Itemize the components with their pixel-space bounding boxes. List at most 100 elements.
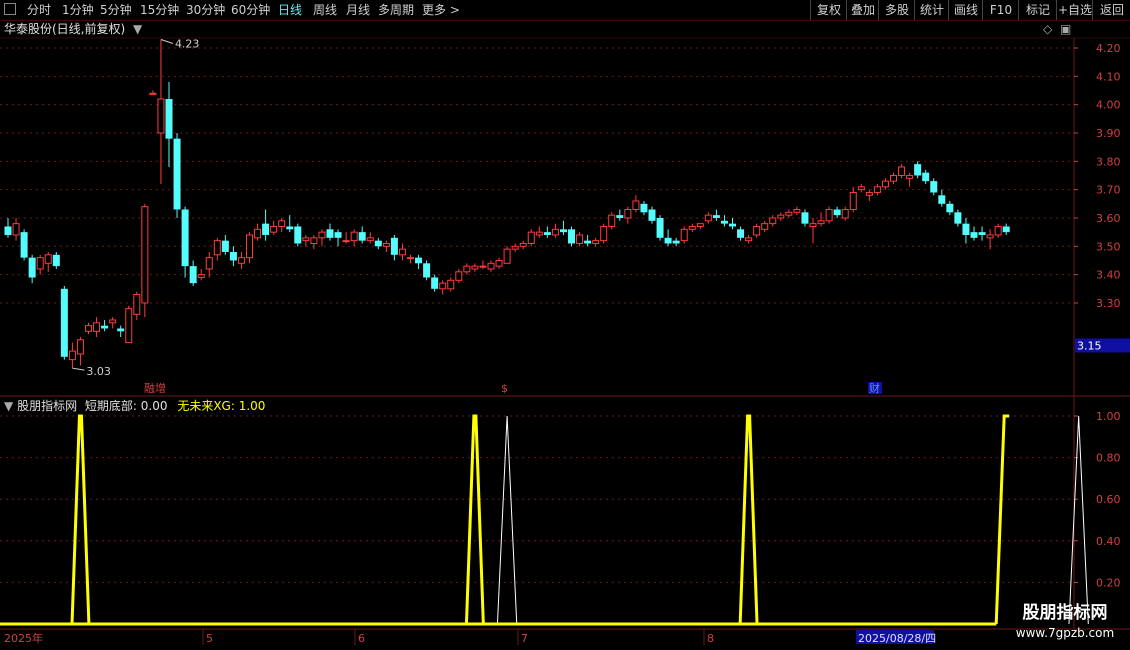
price-tick-label-1: 4.10 [1096,70,1121,83]
short-bottom-line [4,414,997,626]
candle-body-117 [946,203,954,213]
candle-body-11 [93,322,101,332]
period-tab-0[interactable]: 分时 [27,2,51,18]
indicator-title: ▼ 股朋指标网 短期底部: 0.00 无未来XG: 1.00 [4,399,265,413]
period-tab-4[interactable]: 30分钟 [186,2,225,18]
candle-body-62 [503,248,511,264]
candle-body-68 [551,228,559,236]
candle-body-29 [237,257,245,264]
candle-body-72 [584,240,592,244]
candle-body-71 [576,234,584,244]
ind-tick-label-4: 0.20 [1096,576,1121,589]
candle-body-42 [342,240,350,243]
candle-body-59 [479,265,487,268]
ind-tick-label-3: 0.40 [1096,535,1121,548]
candle-body-36 [294,226,302,244]
event-marker-bg-2 [868,382,882,394]
period-tab-10[interactable]: 更多 > [422,2,460,18]
candle-body-86 [696,223,704,227]
period-tab-9[interactable]: 多周期 [378,2,414,18]
candle-body-41 [334,232,342,238]
back-square-icon[interactable] [4,3,16,15]
candle-body-4 [36,257,44,270]
candle-body-98 [793,208,801,213]
candle-body-64 [519,242,527,247]
candle-body-120 [970,232,978,238]
watermark-title: 股朋指标网 [1022,603,1108,623]
toolbar-button-1[interactable]: 叠加 [846,0,879,20]
time-label-4: 8 [707,632,714,645]
candle-body-13 [109,319,117,324]
candle-body-8 [68,350,76,361]
candle-body-96 [777,214,785,219]
candle-body-123 [994,225,1002,236]
candle-body-77 [624,208,632,219]
period-tab-3[interactable]: 15分钟 [140,2,179,18]
toolbar-button-0[interactable]: 复权 [810,0,847,20]
period-tab-5[interactable]: 60分钟 [231,2,270,18]
toolbar-button-5[interactable]: F10 [982,0,1019,20]
candle-body-113 [914,164,922,176]
watermark: 股朋指标网 www.7gpzb.com [1005,602,1125,646]
toolbar-button-8[interactable]: 返回 [1092,0,1130,20]
candle-body-112 [906,174,914,179]
candle-body-69 [559,229,567,233]
toolbar-button-3[interactable]: 统计 [914,0,949,20]
candle-body-106 [857,186,865,191]
collapse-icon[interactable]: ▼ [133,22,142,36]
candle-body-115 [930,181,938,193]
candle-body-101 [817,220,825,225]
time-label-0: 2025年 [4,631,43,645]
candle-body-52 [423,263,431,278]
candle-body-79 [640,203,648,213]
time-label-3: 7 [521,632,528,645]
panel-toggle-icon[interactable]: ▣ [1060,22,1071,36]
candle-body-3 [28,257,36,278]
period-tab-8[interactable]: 月线 [346,2,370,18]
candle-body-118 [954,212,962,224]
period-tab-1[interactable]: 1分钟 [62,2,94,18]
candle-body-16 [133,293,141,315]
candle-body-33 [270,225,278,233]
candle-body-100 [809,223,817,227]
candle-body-97 [785,211,793,216]
chart-canvas: 4.20 4.10 4.00 3.90 3.80 3.70 3.60 3.50 3.40 3.30… [0,37,1130,645]
period-tab-2[interactable]: 5分钟 [100,2,132,18]
candle-body-94 [761,223,769,230]
candle-body-0 [4,226,12,235]
candle-body-114 [922,172,930,182]
candle-body-93 [753,225,761,236]
toolbar-button-6[interactable]: 标记 [1018,0,1057,20]
candle-body-90 [729,223,736,227]
candle-body-54 [439,282,447,290]
candle-body-87 [704,214,712,222]
toolbar-button-4[interactable]: 画线 [948,0,983,20]
indicator-toggle-icon[interactable]: ▼ [4,399,13,413]
candle-body-12 [101,325,109,329]
candle-body-21 [173,138,181,210]
toolbar-button-7[interactable]: +自选 [1056,0,1093,20]
candle-body-5 [44,254,52,264]
candle-body-43 [350,231,358,242]
indicator-name[interactable]: 股朋指标网 [17,399,77,413]
price-tick-label-4: 3.80 [1096,155,1121,168]
event-marker-1: $ [501,382,508,395]
candle-body-124 [1002,226,1010,233]
period-tab-6[interactable]: 日线 [278,2,302,18]
candle-body-91 [737,229,745,238]
time-label-2: 6 [358,632,365,645]
candle-body-65 [527,231,535,244]
period-tab-7[interactable]: 周线 [313,2,337,18]
candle-body-2 [20,232,28,258]
candle-body-34 [278,220,286,227]
candle-body-7 [60,288,68,357]
candle-body-67 [543,232,551,235]
candle-body-20 [165,98,173,139]
diamond-icon[interactable]: ◇ [1043,22,1052,36]
candle-body-76 [616,215,624,218]
short-bottom-label: 短期底部: 0.00 [84,399,168,413]
toolbar-button-2[interactable]: 多股 [878,0,915,20]
xg-spike-0 [496,415,518,625]
candle-body-110 [890,174,897,182]
xg-spike-1 [1068,415,1089,625]
